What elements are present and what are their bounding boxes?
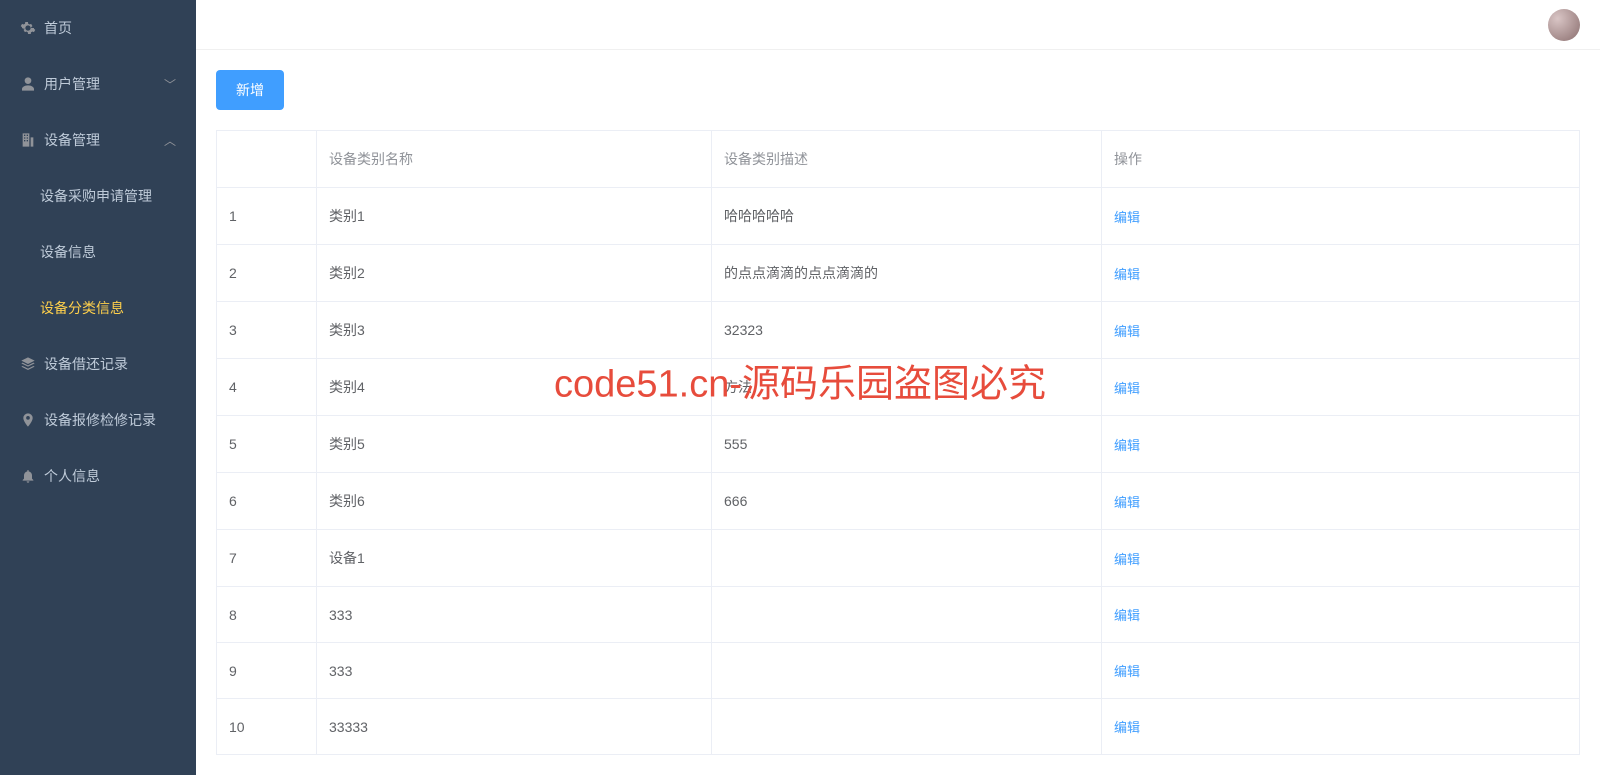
cell-name: 333 (317, 587, 712, 643)
edit-link[interactable]: 编辑 (1114, 324, 1140, 339)
sidebar-item-label: 设备信息 (40, 242, 176, 262)
edit-link[interactable]: 编辑 (1114, 664, 1140, 679)
chevron-up-icon: ︿ (164, 132, 176, 149)
sidebar-item-2[interactable]: 设备管理︿ (0, 112, 196, 168)
cell-name: 33333 (317, 699, 712, 755)
cell-name: 类别6 (317, 473, 712, 530)
cell-index: 6 (217, 473, 317, 530)
sidebar-item-label: 首页 (44, 18, 176, 38)
cell-index: 1 (217, 188, 317, 245)
cell-desc (712, 643, 1102, 699)
edit-link[interactable]: 编辑 (1114, 381, 1140, 396)
bell-icon (20, 468, 44, 484)
user-icon (20, 76, 44, 92)
table-row: 2类别2的点点滴滴的点点滴滴的编辑 (217, 245, 1580, 302)
cell-name: 类别5 (317, 416, 712, 473)
cell-name: 设备1 (317, 530, 712, 587)
sidebar-item-label: 设备管理 (44, 130, 164, 150)
sidebar-item-label: 设备采购申请管理 (40, 186, 176, 206)
location-icon (20, 412, 44, 428)
cell-desc: 555 (712, 416, 1102, 473)
sidebar: 首页用户管理﹀设备管理︿设备采购申请管理设备信息设备分类信息设备借还记录设备报修… (0, 0, 196, 775)
sidebar-item-8[interactable]: 个人信息 (0, 448, 196, 504)
table-row: 9333 编辑 (217, 643, 1580, 699)
cell-index: 3 (217, 302, 317, 359)
cell-name: 333 (317, 643, 712, 699)
cell-desc: 的点点滴滴的点点滴滴的 (712, 245, 1102, 302)
cell-desc: 666 (712, 473, 1102, 530)
table-row: 8333 编辑 (217, 587, 1580, 643)
gear-icon (20, 20, 44, 36)
sidebar-item-label: 设备借还记录 (44, 354, 176, 374)
sidebar-item-label: 设备报修检修记录 (44, 410, 176, 430)
cell-desc: 哈哈哈哈哈 (712, 188, 1102, 245)
edit-link[interactable]: 编辑 (1114, 608, 1140, 623)
col-desc-header: 设备类别描述 (712, 131, 1102, 188)
sidebar-item-1[interactable]: 用户管理﹀ (0, 56, 196, 112)
table-row: 1类别1哈哈哈哈哈编辑 (217, 188, 1580, 245)
avatar[interactable] (1548, 9, 1580, 41)
cell-desc (712, 699, 1102, 755)
edit-link[interactable]: 编辑 (1114, 495, 1140, 510)
cell-name: 类别2 (317, 245, 712, 302)
col-action-header: 操作 (1102, 131, 1580, 188)
cell-index: 10 (217, 699, 317, 755)
sidebar-item-3[interactable]: 设备采购申请管理 (0, 168, 196, 224)
sidebar-item-0[interactable]: 首页 (0, 0, 196, 56)
table-row: 5类别5555 编辑 (217, 416, 1580, 473)
sidebar-item-label: 设备分类信息 (40, 298, 176, 318)
col-name-header: 设备类别名称 (317, 131, 712, 188)
edit-link[interactable]: 编辑 (1114, 210, 1140, 225)
edit-link[interactable]: 编辑 (1114, 438, 1140, 453)
cell-name: 类别1 (317, 188, 712, 245)
sidebar-item-6[interactable]: 设备借还记录 (0, 336, 196, 392)
edit-link[interactable]: 编辑 (1114, 720, 1140, 735)
edit-link[interactable]: 编辑 (1114, 552, 1140, 567)
table-row: 4类别4方法编辑 (217, 359, 1580, 416)
cell-desc: 方法 (712, 359, 1102, 416)
cell-index: 7 (217, 530, 317, 587)
add-button[interactable]: 新增 (216, 70, 284, 110)
layers-icon (20, 356, 44, 372)
cell-index: 9 (217, 643, 317, 699)
cell-index: 5 (217, 416, 317, 473)
sidebar-item-label: 个人信息 (44, 466, 176, 486)
chevron-down-icon: ﹀ (164, 76, 176, 93)
cell-name: 类别3 (317, 302, 712, 359)
sidebar-item-7[interactable]: 设备报修检修记录 (0, 392, 196, 448)
cell-index: 4 (217, 359, 317, 416)
col-index-header (217, 131, 317, 188)
header (196, 0, 1600, 50)
cell-name: 类别4 (317, 359, 712, 416)
table-row: 7设备1 编辑 (217, 530, 1580, 587)
cell-index: 2 (217, 245, 317, 302)
edit-link[interactable]: 编辑 (1114, 267, 1140, 282)
cell-desc: 32323 (712, 302, 1102, 359)
cell-index: 8 (217, 587, 317, 643)
cell-desc (712, 587, 1102, 643)
table-row: 6类别6666 编辑 (217, 473, 1580, 530)
cell-desc (712, 530, 1102, 587)
sidebar-item-4[interactable]: 设备信息 (0, 224, 196, 280)
table-row: 1033333 编辑 (217, 699, 1580, 755)
sidebar-item-label: 用户管理 (44, 74, 164, 94)
sidebar-item-5[interactable]: 设备分类信息 (0, 280, 196, 336)
table-row: 3类别332323 编辑 (217, 302, 1580, 359)
category-table: 设备类别名称 设备类别描述 操作 1类别1哈哈哈哈哈编辑2类别2的点点滴滴的点点… (216, 130, 1580, 755)
building-icon (20, 132, 44, 148)
